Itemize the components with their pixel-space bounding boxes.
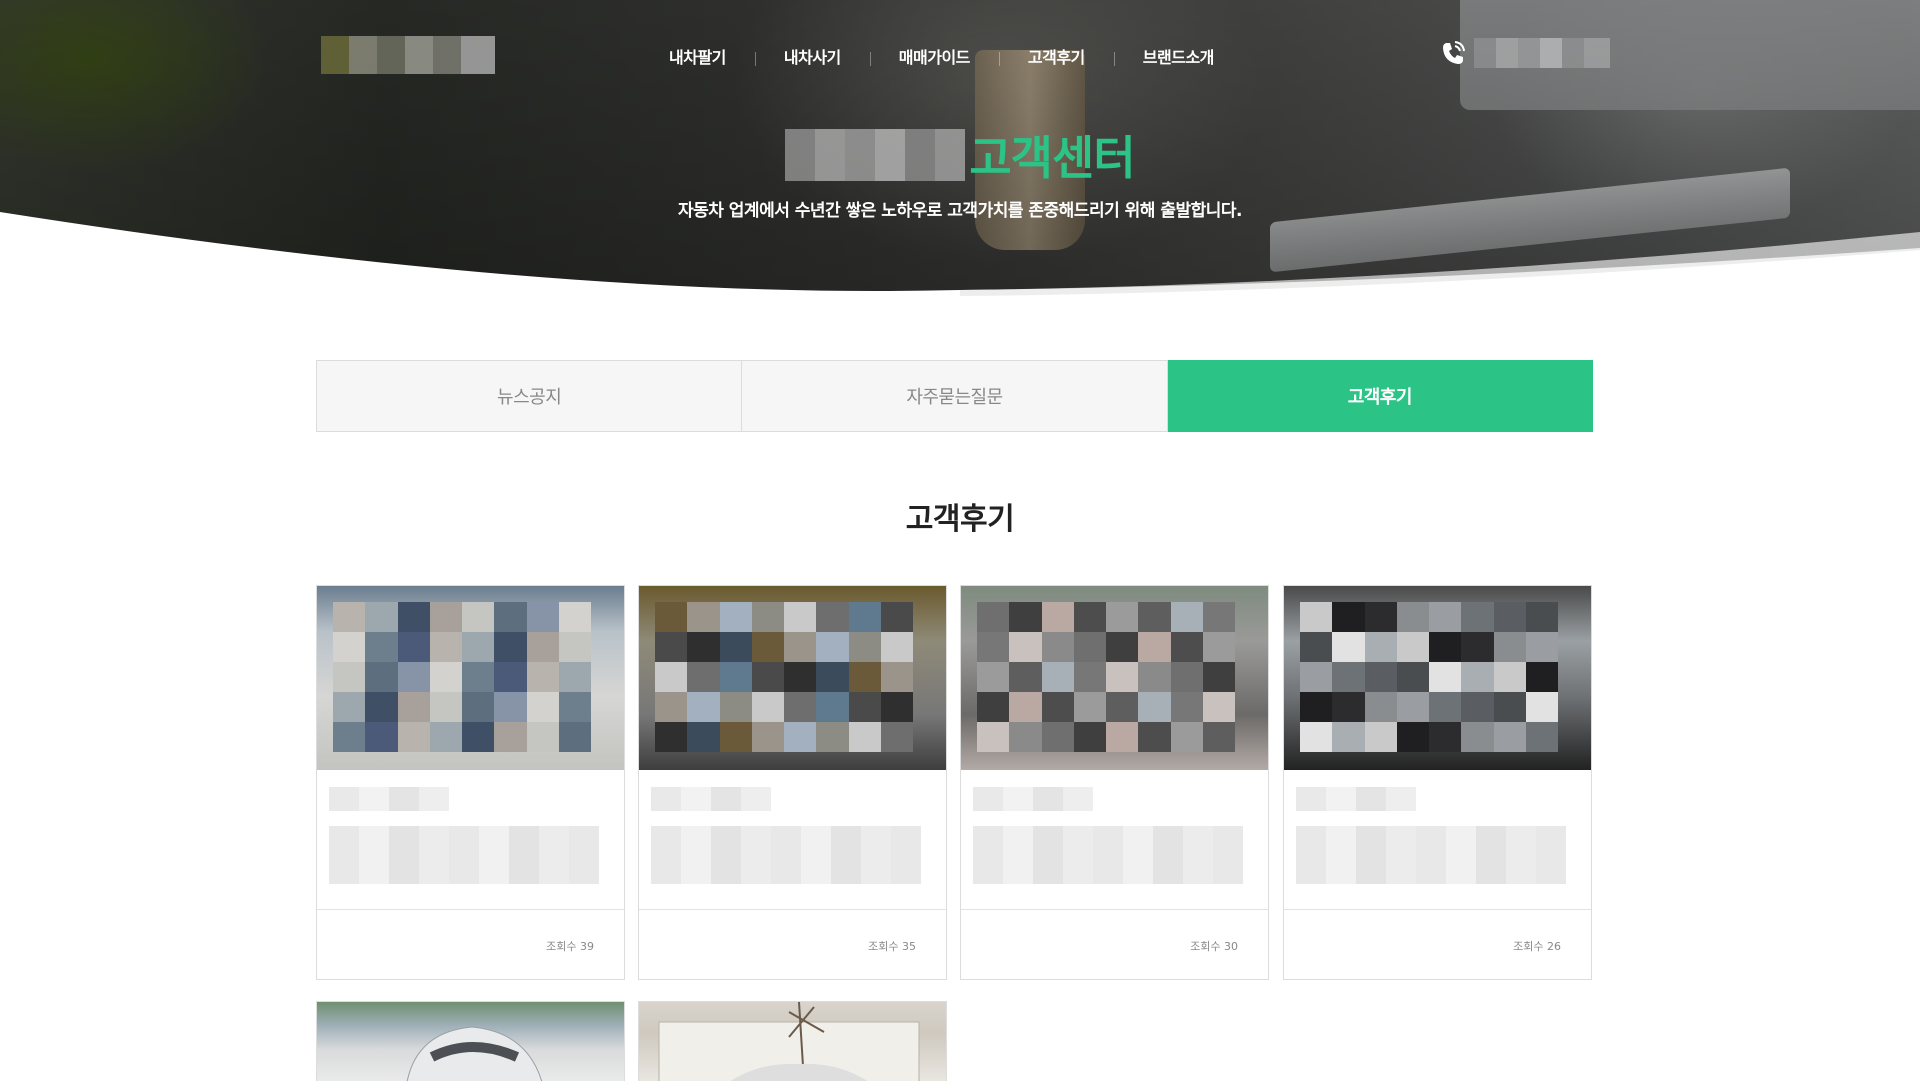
main-nav: 내차팔기 내차사기 매매가이드 고객후기 브랜드소개 [640, 44, 1243, 72]
nav-item-buy-car[interactable]: 내차사기 [754, 44, 870, 72]
section-title: 고객후기 [905, 502, 1015, 537]
phone-contact[interactable] [1438, 38, 1610, 68]
review-card[interactable]: 조회수 26 [1283, 585, 1592, 980]
review-card[interactable]: 조회수 30 [960, 585, 1269, 980]
nav-item-brand[interactable]: 브랜드소개 [1113, 44, 1243, 72]
review-text-masked [1284, 770, 1591, 910]
site-logo[interactable] [321, 36, 495, 74]
hero-banner: 내차팔기 내차사기 매매가이드 고객후기 브랜드소개 고객센터 자동차 업계에서… [0, 0, 1920, 300]
building-photo [658, 1002, 920, 1081]
page-title: 고객센터 [0, 122, 1920, 188]
review-card[interactable] [638, 1001, 947, 1081]
review-thumbnail [961, 586, 1268, 770]
car-photo [406, 1026, 543, 1081]
brand-name-masked [785, 129, 966, 181]
phone-number-masked [1474, 38, 1610, 68]
view-count: 조회수 26 [1513, 940, 1561, 953]
view-count: 조회수 30 [1190, 940, 1238, 953]
review-thumbnail [317, 586, 624, 770]
nav-item-trade-guide[interactable]: 매매가이드 [869, 44, 999, 72]
hero-subtitle: 자동차 업계에서 수년간 쌓은 노하우로 고객가치를 존중해드리기 위해 출발합… [677, 201, 1243, 221]
review-text-masked [961, 770, 1268, 910]
nav-item-sell-car[interactable]: 내차팔기 [640, 44, 755, 72]
phone-icon [1443, 41, 1465, 64]
tab-reviews[interactable]: 고객후기 [1167, 360, 1593, 432]
review-text-masked [639, 770, 946, 910]
review-thumbnail [639, 586, 946, 770]
tab-faq[interactable]: 자주묻는질문 [742, 360, 1168, 432]
review-card[interactable] [316, 1001, 625, 1081]
review-text-masked [317, 770, 624, 910]
nav-item-reviews[interactable]: 고객후기 [998, 44, 1114, 72]
view-count: 조회수 39 [546, 940, 594, 953]
review-card[interactable]: 조회수 35 [638, 585, 947, 980]
review-card[interactable]: 조회수 39 [316, 585, 625, 980]
tab-news[interactable]: 뉴스공지 [316, 360, 743, 432]
review-thumbnail [1284, 586, 1591, 770]
board-tabs: 뉴스공지 자주묻는질문 고객후기 [316, 360, 1593, 432]
view-count: 조회수 35 [868, 940, 916, 953]
